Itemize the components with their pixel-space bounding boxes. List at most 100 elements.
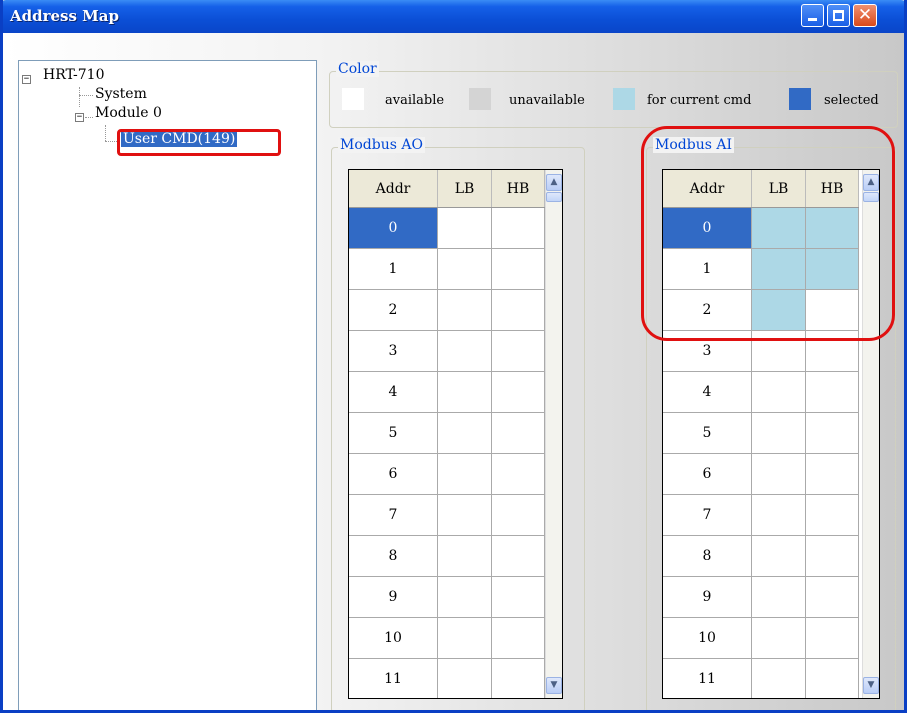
- scroll-thumb[interactable]: [546, 192, 562, 202]
- table-row[interactable]: 7: [663, 494, 859, 536]
- table-row[interactable]: 11: [663, 658, 859, 698]
- tree-node-system[interactable]: System: [95, 86, 147, 102]
- table-row[interactable]: 8: [663, 535, 859, 577]
- hb-cell[interactable]: [805, 617, 859, 659]
- window-title: Address Map: [10, 7, 119, 25]
- addr-cell[interactable]: 2: [349, 289, 438, 331]
- lb-cell[interactable]: [437, 617, 492, 659]
- minimize-button[interactable]: [801, 4, 824, 27]
- lb-cell[interactable]: [751, 453, 806, 495]
- lb-cell[interactable]: [437, 494, 492, 536]
- table-row[interactable]: 4: [663, 371, 859, 413]
- table-row[interactable]: 8: [349, 535, 545, 577]
- table-row[interactable]: 7: [349, 494, 545, 536]
- column-header-lb[interactable]: LB: [437, 170, 492, 208]
- addr-cell[interactable]: 4: [349, 371, 438, 413]
- scroll-up-icon[interactable]: ▲: [546, 174, 562, 191]
- addr-cell[interactable]: 10: [663, 617, 752, 659]
- maximize-button[interactable]: [827, 4, 850, 27]
- hb-cell[interactable]: [805, 576, 859, 618]
- lb-cell[interactable]: [437, 576, 492, 618]
- column-header-addr[interactable]: Addr: [349, 170, 438, 208]
- lb-cell[interactable]: [751, 371, 806, 413]
- table-row[interactable]: 10: [349, 617, 545, 659]
- tree-node-hrt710[interactable]: HRT-710: [43, 67, 105, 83]
- hb-cell[interactable]: [805, 371, 859, 413]
- addr-cell[interactable]: 4: [663, 371, 752, 413]
- tree-node-module0[interactable]: Module 0: [95, 105, 162, 121]
- lb-cell[interactable]: [751, 494, 806, 536]
- table-row[interactable]: 3: [349, 330, 545, 372]
- table-row[interactable]: 2: [349, 289, 545, 331]
- addr-cell[interactable]: 0: [349, 207, 438, 249]
- addr-cell[interactable]: 9: [663, 576, 752, 618]
- scroll-down-icon[interactable]: ▼: [546, 677, 562, 694]
- addr-cell[interactable]: 11: [349, 658, 438, 698]
- scroll-down-icon[interactable]: ▼: [863, 677, 879, 694]
- collapse-icon[interactable]: −: [75, 113, 84, 122]
- lb-cell[interactable]: [751, 617, 806, 659]
- lb-cell[interactable]: [437, 453, 492, 495]
- addr-cell[interactable]: 11: [663, 658, 752, 698]
- table-row[interactable]: 6: [349, 453, 545, 495]
- lb-cell[interactable]: [751, 576, 806, 618]
- hb-cell[interactable]: [805, 494, 859, 536]
- addr-cell[interactable]: 7: [663, 494, 752, 536]
- hb-cell[interactable]: [491, 330, 545, 372]
- close-button[interactable]: ✕: [853, 4, 877, 27]
- lb-cell[interactable]: [437, 658, 492, 698]
- collapse-icon[interactable]: −: [22, 75, 31, 84]
- hb-cell[interactable]: [491, 535, 545, 577]
- hb-cell[interactable]: [491, 453, 545, 495]
- addr-cell[interactable]: 7: [349, 494, 438, 536]
- table-row[interactable]: 10: [663, 617, 859, 659]
- table-row[interactable]: 5: [349, 412, 545, 454]
- addr-cell[interactable]: 6: [663, 453, 752, 495]
- modbus-ao-grid[interactable]: Addr LB HB 0 1 2 3 4 5 6 7 8 9 10 11 ▲ ▼: [348, 169, 563, 699]
- lb-cell[interactable]: [751, 535, 806, 577]
- hb-cell[interactable]: [491, 248, 545, 290]
- hb-cell[interactable]: [805, 453, 859, 495]
- addr-cell[interactable]: 5: [663, 412, 752, 454]
- lb-cell[interactable]: [437, 330, 492, 372]
- hb-cell[interactable]: [491, 207, 545, 249]
- lb-cell[interactable]: [437, 248, 492, 290]
- hb-cell[interactable]: [491, 494, 545, 536]
- table-row[interactable]: 1: [349, 248, 545, 290]
- table-row[interactable]: 9: [663, 576, 859, 618]
- module-tree[interactable]: − HRT-710 System − Module 0 User CMD(149…: [18, 60, 317, 710]
- hb-cell[interactable]: [491, 371, 545, 413]
- hb-cell[interactable]: [805, 535, 859, 577]
- lb-cell[interactable]: [751, 412, 806, 454]
- table-row[interactable]: 0: [349, 207, 545, 249]
- modbus-ao-scrollbar[interactable]: ▲ ▼: [545, 170, 562, 698]
- hb-cell[interactable]: [805, 412, 859, 454]
- table-row[interactable]: 5: [663, 412, 859, 454]
- hb-cell[interactable]: [491, 617, 545, 659]
- addr-cell[interactable]: 8: [663, 535, 752, 577]
- lb-cell[interactable]: [437, 371, 492, 413]
- addr-cell[interactable]: 10: [349, 617, 438, 659]
- addr-cell[interactable]: 9: [349, 576, 438, 618]
- lb-cell[interactable]: [437, 412, 492, 454]
- lb-cell[interactable]: [437, 207, 492, 249]
- hb-cell[interactable]: [491, 289, 545, 331]
- hb-cell[interactable]: [491, 658, 545, 698]
- hb-cell[interactable]: [805, 658, 859, 698]
- addr-cell[interactable]: 8: [349, 535, 438, 577]
- addr-cell[interactable]: 6: [349, 453, 438, 495]
- addr-cell[interactable]: 5: [349, 412, 438, 454]
- lb-cell[interactable]: [751, 658, 806, 698]
- table-row[interactable]: 4: [349, 371, 545, 413]
- table-row[interactable]: 9: [349, 576, 545, 618]
- title-bar[interactable]: Address Map ✕: [3, 0, 904, 33]
- hb-cell[interactable]: [491, 412, 545, 454]
- table-row[interactable]: 6: [663, 453, 859, 495]
- addr-cell[interactable]: 1: [349, 248, 438, 290]
- lb-cell[interactable]: [437, 535, 492, 577]
- hb-cell[interactable]: [491, 576, 545, 618]
- lb-cell[interactable]: [437, 289, 492, 331]
- column-header-hb[interactable]: HB: [491, 170, 545, 208]
- table-row[interactable]: 11: [349, 658, 545, 698]
- addr-cell[interactable]: 3: [349, 330, 438, 372]
